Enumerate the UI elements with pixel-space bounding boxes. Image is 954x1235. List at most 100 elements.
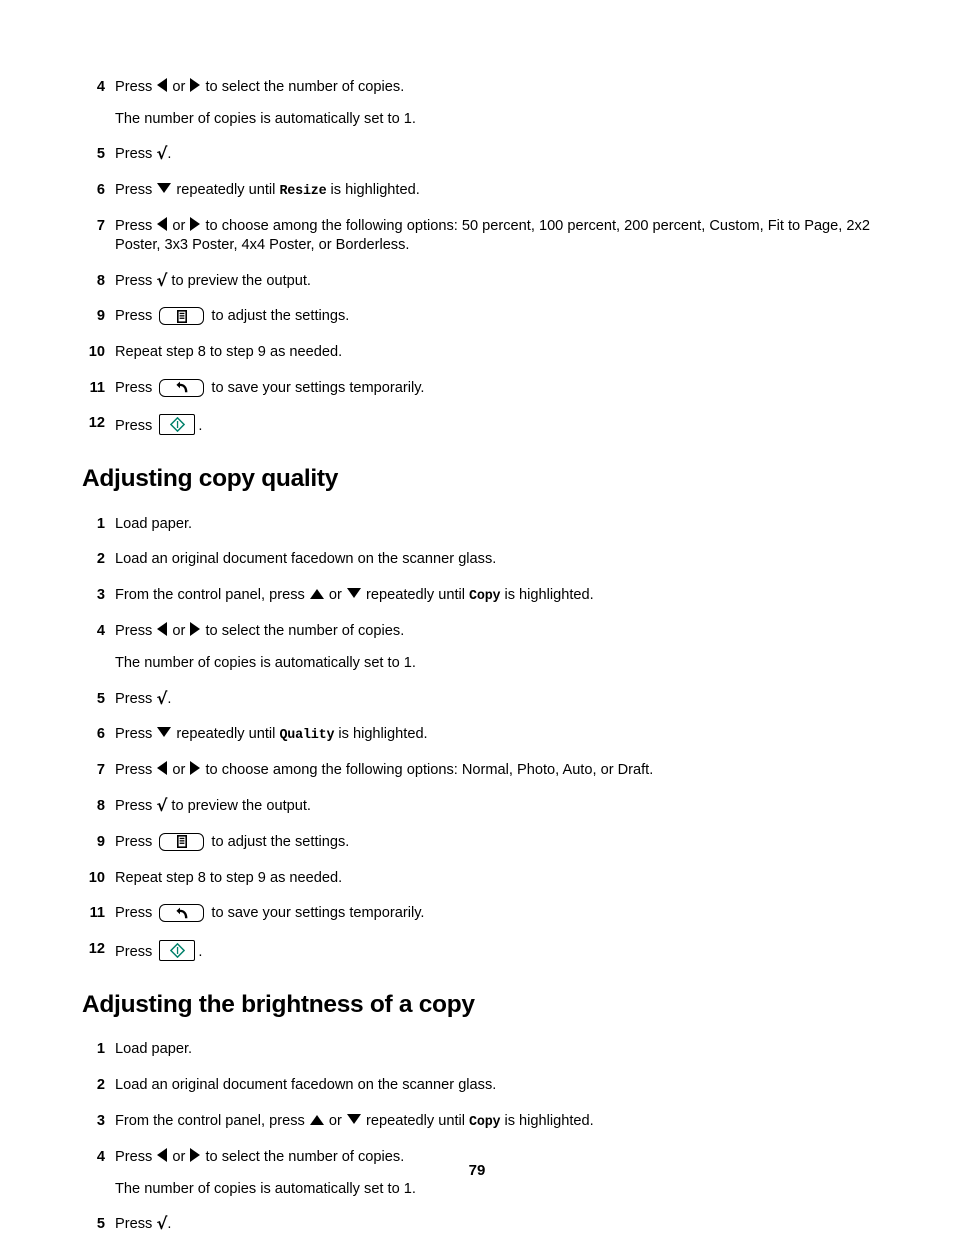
step-text: Load an original document facedown on th…	[115, 1077, 497, 1094]
right-triangle-icon	[190, 1147, 201, 1162]
step-item: 7 Press or to choose among the following …	[82, 217, 872, 254]
step-number: 12	[88, 940, 105, 957]
step-number: 8	[96, 798, 105, 815]
step-number: 6	[96, 726, 105, 743]
step-text: Repeat step 8 to step 9 as needed.	[115, 343, 343, 360]
step-item: 3 From the control panel, press or repeat…	[82, 586, 872, 605]
step-number: 12	[88, 415, 105, 432]
step-text: Load paper.	[115, 515, 193, 532]
step-number: 2	[96, 551, 105, 568]
right-triangle-icon	[190, 622, 201, 637]
step-item: 5 Press √.	[82, 690, 872, 709]
page-number: 79	[468, 1162, 486, 1179]
down-triangle-icon	[157, 183, 172, 194]
step-item: 9 Press to adjust the settings.	[82, 307, 872, 326]
step-number: 7	[96, 218, 105, 235]
start-key-icon[interactable]	[159, 414, 196, 436]
step-text: Press to adjust the settings.	[115, 307, 350, 326]
step-text: Press repeatedly until Resize is highlig…	[115, 182, 420, 200]
step-item: 10 Repeat step 8 to step 9 as needed.	[82, 869, 872, 888]
left-triangle-icon	[157, 217, 168, 232]
step-text: Press √.	[115, 1214, 172, 1234]
step-item: 11 Press to save your settings temporaril…	[82, 904, 872, 923]
step-number: 6	[96, 182, 105, 199]
step-number: 3	[96, 1112, 105, 1129]
step-number: 7	[96, 762, 105, 779]
up-triangle-icon	[309, 589, 324, 600]
back-key-icon[interactable]	[159, 378, 205, 397]
step-text: Press or to select the number of copies.	[115, 622, 405, 640]
step-number: 10	[88, 343, 105, 360]
step-item: 6 Press repeatedly until Quality is highl…	[82, 725, 872, 744]
step-number: 5	[96, 1216, 105, 1233]
step-item: 8 Press √ to preview the output.	[82, 272, 872, 291]
step-number: 11	[89, 379, 105, 396]
step-number: 11	[89, 905, 105, 922]
step-item: 7 Press or to choose among the following …	[82, 761, 872, 780]
step-item: 11 Press to save your settings temporaril…	[82, 378, 872, 398]
menu-item-name: Copy	[469, 1114, 501, 1130]
step-item: 12 Press .	[82, 414, 872, 436]
step-item: 1 Load paper.	[82, 515, 872, 534]
settings-key-icon[interactable]	[159, 832, 205, 851]
step-note: The number of copies is automatically se…	[115, 1180, 416, 1197]
step-list: 4 Press or to select the number of copies…	[82, 78, 872, 436]
step-text: Press .	[115, 414, 872, 436]
step-item: 10 Repeat step 8 to step 9 as needed.	[82, 343, 872, 362]
step-list: 1 Load paper. 2 Load an original document f…	[82, 515, 872, 962]
step-text: Press √ to preview the output.	[115, 796, 311, 816]
down-triangle-icon	[157, 727, 172, 738]
step-number: 5	[96, 690, 105, 707]
step-text: Press .	[115, 939, 872, 962]
step-text: Press √.	[115, 144, 172, 164]
down-triangle-icon	[346, 588, 361, 599]
menu-item-name: Resize	[279, 184, 327, 200]
step-text: Press or to choose among the following o…	[115, 761, 654, 779]
section-heading: Adjusting the brightness of a copy	[82, 990, 475, 1018]
step-number: 9	[96, 308, 105, 325]
up-triangle-icon	[309, 1114, 324, 1125]
step-number: 4	[96, 623, 105, 640]
step-item: 1 Load paper.	[82, 1040, 872, 1059]
step-item: 2 Load an original document facedown on t…	[82, 550, 872, 569]
step-item: 12 Press .	[82, 939, 872, 962]
step-item: 8 Press √ to preview the output.	[82, 797, 872, 816]
step-item: 5 Press √.	[82, 145, 872, 164]
step-number: 10	[88, 869, 105, 886]
step-item: 4 Press or to select the number of copies…	[82, 78, 872, 128]
step-text: Press to save your settings temporarily.	[115, 904, 425, 923]
right-triangle-icon	[190, 217, 201, 232]
step-text: Press to adjust the settings.	[115, 832, 350, 851]
step-number: 3	[96, 587, 105, 604]
step-item: 2 Load an original document facedown on t…	[82, 1076, 872, 1095]
back-key-icon[interactable]	[159, 904, 205, 923]
step-text: Press repeatedly until Quality is highli…	[115, 726, 428, 744]
step-list: 1 Load paper. 2 Load an original document f…	[82, 1040, 872, 1234]
step-note: The number of copies is automatically se…	[115, 110, 416, 127]
step-text: Repeat step 8 to step 9 as needed.	[115, 869, 343, 886]
step-text: Press or to select the number of copies.	[115, 78, 405, 95]
settings-key-icon[interactable]	[159, 307, 205, 326]
step-text: From the control panel, press or repeate…	[115, 1112, 594, 1130]
step-item: 9 Press to adjust the settings.	[82, 832, 872, 852]
down-triangle-icon	[346, 1113, 361, 1124]
left-triangle-icon	[157, 1147, 168, 1162]
step-text: Load paper.	[115, 1041, 193, 1058]
step-note: The number of copies is automatically se…	[115, 654, 416, 671]
step-number: 8	[96, 272, 105, 289]
step-number: 1	[96, 515, 105, 532]
step-item: 5 Press √.	[82, 1215, 872, 1234]
start-key-icon[interactable]	[159, 939, 196, 961]
step-text: Press √ to preview the output.	[115, 270, 311, 290]
section-heading: Adjusting copy quality	[82, 464, 339, 492]
menu-item-name: Quality	[279, 728, 335, 744]
right-triangle-icon	[190, 78, 201, 92]
step-number: 2	[96, 1077, 105, 1094]
step-text: Load an original document facedown on th…	[115, 551, 497, 568]
step-number: 1	[96, 1041, 105, 1058]
left-triangle-icon	[157, 622, 168, 637]
step-text: Press √.	[115, 688, 172, 708]
step-item: 6 Press repeatedly until Resize is highli…	[82, 181, 872, 200]
step-text: From the control panel, press or repeate…	[115, 587, 594, 605]
step-number: 9	[96, 833, 105, 850]
